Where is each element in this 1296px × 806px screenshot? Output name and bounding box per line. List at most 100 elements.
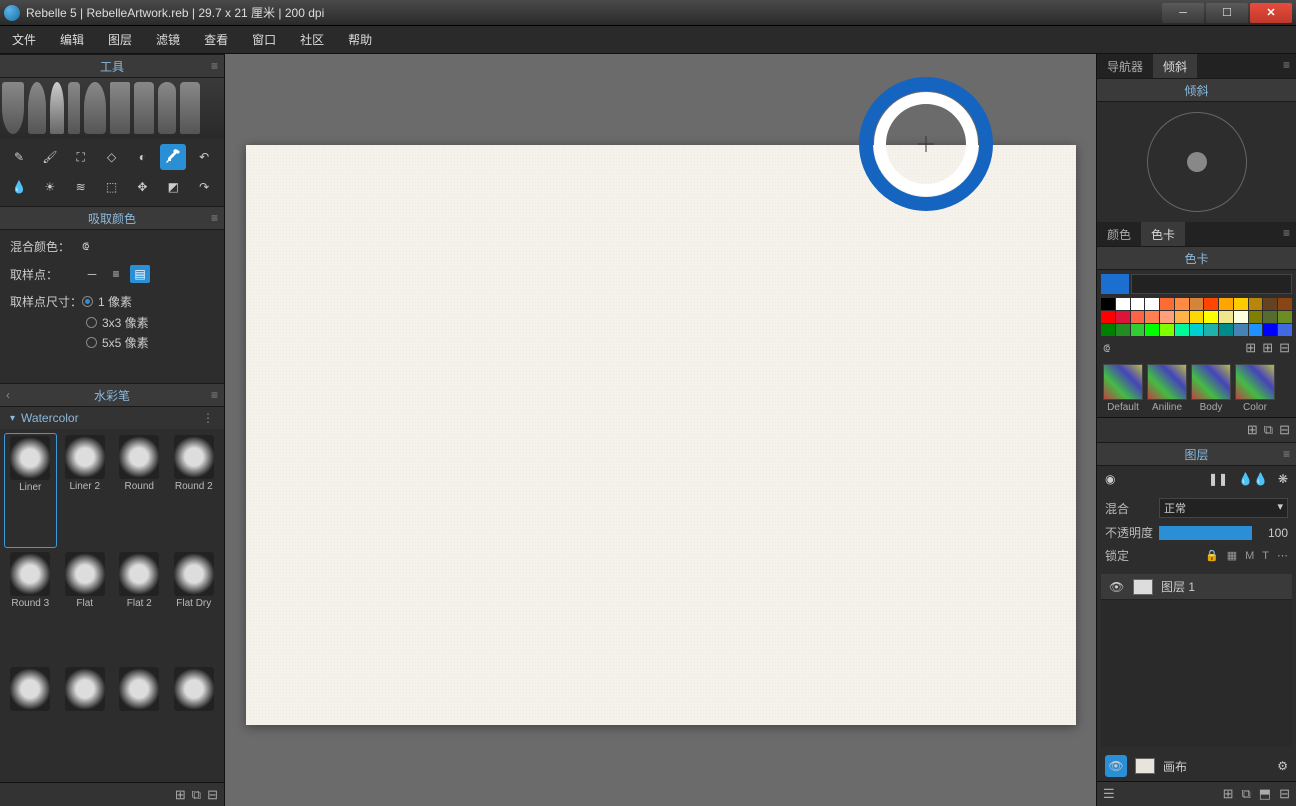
duplicate-icon[interactable]: ⧉ [1264, 422, 1273, 438]
color-swatch[interactable] [1263, 298, 1277, 310]
color-swatch[interactable] [1204, 298, 1218, 310]
hamburger-icon[interactable]: ≡ [1283, 447, 1290, 461]
mix-icon[interactable]: ⟃ [1103, 341, 1110, 356]
color-swatch[interactable] [1160, 324, 1174, 336]
color-swatch[interactable] [1101, 298, 1115, 310]
color-swatch[interactable] [1204, 311, 1218, 323]
gear-icon[interactable]: ⚙ [1277, 759, 1288, 773]
brush-preset[interactable] [113, 665, 166, 778]
brush-preset[interactable] [4, 665, 57, 778]
color-swatch[interactable] [1249, 311, 1263, 323]
hamburger-icon[interactable]: ≡ [1277, 222, 1296, 246]
color-swatch[interactable] [1131, 298, 1145, 310]
palette-item[interactable]: Body [1191, 364, 1231, 413]
brush-preset[interactable]: Liner [4, 433, 57, 548]
merge-icon[interactable]: ⬒ [1259, 786, 1271, 802]
brush-preset[interactable]: Flat [59, 550, 112, 663]
sample-mode-2[interactable]: ≡ [106, 265, 126, 283]
eraser-icon[interactable]: ◇ [99, 144, 125, 170]
blow-icon[interactable]: ≋ [68, 174, 94, 200]
tilt-widget[interactable] [1097, 102, 1296, 222]
mix-icon[interactable]: ⟃ [82, 239, 89, 254]
dry-icon[interactable]: ☀ [37, 174, 63, 200]
menu-layer[interactable]: 图层 [108, 31, 132, 48]
lock-dots-icon[interactable]: ⋯ [1277, 549, 1288, 562]
remove-icon[interactable]: ⊟ [1279, 340, 1290, 356]
crop-icon[interactable]: ◩ [160, 174, 186, 200]
water-icon[interactable]: 💧 [6, 174, 32, 200]
duplicate-icon[interactable]: ⧉ [192, 787, 201, 803]
color-swatch[interactable] [1278, 298, 1292, 310]
brush-tip[interactable] [2, 82, 24, 134]
redo-icon[interactable]: ↷ [191, 174, 217, 200]
brush-tip[interactable] [158, 82, 176, 134]
canvas-layer-row[interactable]: 👁 画布 ⚙ [1097, 751, 1296, 781]
brush-tip[interactable] [110, 82, 130, 134]
color-swatch[interactable] [1145, 298, 1159, 310]
color-swatch[interactable] [1190, 298, 1204, 310]
brush-preset[interactable] [59, 665, 112, 778]
minimize-button[interactable]: ─ [1162, 3, 1204, 23]
tab-navigator[interactable]: 导航器 [1097, 54, 1153, 78]
canvas-visible-icon[interactable]: 👁 [1105, 755, 1127, 777]
duplicate-layer-icon[interactable]: ⧉ [1242, 786, 1251, 802]
stamp-icon[interactable]: ⛶ [68, 144, 94, 170]
color-swatch[interactable] [1263, 324, 1277, 336]
maximize-button[interactable]: ☐ [1206, 3, 1248, 23]
color-swatch[interactable] [1101, 311, 1115, 323]
layer-name[interactable]: 图层 1 [1161, 578, 1195, 595]
color-name-field[interactable] [1131, 274, 1292, 294]
drops-icon[interactable]: 💧💧 [1238, 472, 1268, 486]
color-swatch[interactable] [1234, 324, 1248, 336]
brush-tip[interactable] [28, 82, 46, 134]
remove-icon[interactable]: ⊟ [1279, 422, 1290, 438]
canvas-area[interactable] [225, 54, 1096, 806]
palette-item[interactable]: Aniline [1147, 364, 1187, 413]
tab-swatches[interactable]: 色卡 [1141, 222, 1185, 246]
menu-file[interactable]: 文件 [12, 31, 36, 48]
brush-preset[interactable] [168, 665, 221, 778]
tab-color[interactable]: 颜色 [1097, 222, 1141, 246]
palette-item[interactable]: Color [1235, 364, 1275, 413]
menu-community[interactable]: 社区 [300, 31, 324, 48]
eyedropper-icon[interactable] [160, 144, 186, 170]
color-swatch[interactable] [1175, 298, 1189, 310]
color-swatch[interactable] [1160, 298, 1174, 310]
lock-alpha-icon[interactable]: ▦ [1227, 549, 1237, 562]
color-swatch[interactable] [1219, 298, 1233, 310]
brush-tip[interactable] [68, 82, 80, 134]
layer-item[interactable]: 👁 图层 1 [1101, 574, 1292, 600]
pause-icon[interactable]: ❚❚ [1208, 472, 1228, 486]
palette-item[interactable]: Default [1103, 364, 1143, 413]
brush-tip[interactable] [180, 82, 200, 134]
color-swatch[interactable] [1116, 324, 1130, 336]
brush-preset[interactable]: Round 3 [4, 550, 57, 663]
lock-icon[interactable]: 🔒 [1205, 549, 1219, 562]
fill-icon[interactable]: ◐ [129, 144, 155, 170]
brush-preset[interactable]: Flat 2 [113, 550, 166, 663]
color-swatch[interactable] [1249, 298, 1263, 310]
visibility-icon[interactable]: 👁 [1109, 580, 1125, 594]
undo-icon[interactable]: ↶ [191, 144, 217, 170]
color-swatch[interactable] [1190, 324, 1204, 336]
menu-filter[interactable]: 滤镜 [156, 31, 180, 48]
color-swatch[interactable] [1145, 311, 1159, 323]
sample-mode-3[interactable]: ▤ [130, 265, 150, 283]
wet-icon[interactable]: ◉ [1105, 472, 1115, 486]
select-icon[interactable]: ⬚ [99, 174, 125, 200]
menu-view[interactable]: 查看 [204, 31, 228, 48]
opacity-slider[interactable] [1159, 526, 1252, 540]
hamburger-icon[interactable]: ≡ [1277, 54, 1296, 78]
menu-window[interactable]: 窗口 [252, 31, 276, 48]
delete-layer-icon[interactable]: ⊟ [1279, 786, 1290, 802]
close-button[interactable]: ✕ [1250, 3, 1292, 23]
menu-edit[interactable]: 编辑 [60, 31, 84, 48]
brush-tip[interactable] [84, 82, 106, 134]
grid-icon[interactable]: ⊞ [1245, 340, 1256, 356]
lock-m[interactable]: M [1245, 550, 1254, 562]
chevron-left-icon[interactable]: ‹ [6, 388, 10, 402]
color-swatch[interactable] [1175, 324, 1189, 336]
menu-help[interactable]: 帮助 [348, 31, 372, 48]
color-swatch[interactable] [1116, 298, 1130, 310]
color-swatch[interactable] [1234, 311, 1248, 323]
